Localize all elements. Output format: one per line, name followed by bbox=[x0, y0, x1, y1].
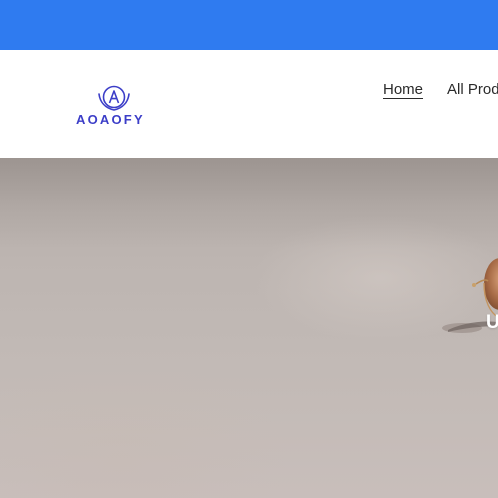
logo-emblem-icon bbox=[98, 85, 130, 111]
main-nav: Home All Prod bbox=[383, 81, 498, 98]
hero-shadow-overlay bbox=[0, 158, 498, 248]
announcement-bar bbox=[0, 0, 498, 50]
hero-heading: U bbox=[486, 312, 498, 333]
hero-banner[interactable]: U bbox=[0, 158, 498, 498]
site-header: AOAOFY Home All Prod bbox=[0, 50, 498, 158]
nav-link-home[interactable]: Home bbox=[383, 81, 423, 98]
nav-link-all-products[interactable]: All Prod bbox=[447, 81, 498, 98]
logo-link[interactable]: AOAOFY bbox=[74, 84, 154, 127]
logo-text: AOAOFY bbox=[76, 112, 145, 127]
